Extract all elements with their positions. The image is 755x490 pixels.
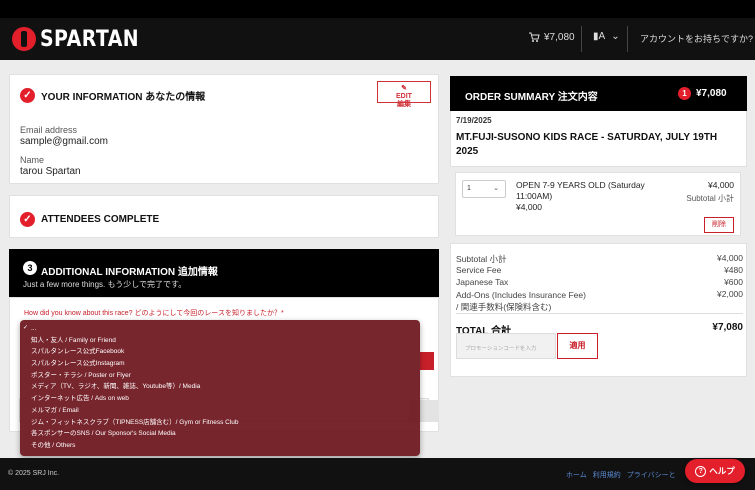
cart-icon xyxy=(529,32,540,42)
attendees-card: ✓ ATTENDEES COMPLETE xyxy=(9,195,439,238)
account-link[interactable]: アカウントをお持ちですか? xyxy=(640,32,753,45)
race-date: 7/19/2025 xyxy=(456,116,492,125)
apply-promo-button[interactable]: 適用 xyxy=(557,333,598,359)
race-name: MT.FUJI-SUSONO KIDS RACE - SATURDAY, JUL… xyxy=(456,132,718,157)
subtotal-amount: ¥4,000 xyxy=(717,253,743,263)
dropdown-option[interactable]: ... xyxy=(20,323,420,335)
item-unit-price: ¥4,000 xyxy=(516,202,542,212)
footer-link-home[interactable]: ホーム xyxy=(566,470,587,480)
edit-label: EDIT xyxy=(396,93,412,100)
dropdown-option[interactable]: スパルタンレース公式Facebook xyxy=(20,346,420,358)
edit-button[interactable]: ✎ EDIT 編集 xyxy=(377,81,431,108)
check-icon: ✓ xyxy=(20,88,35,103)
delete-button[interactable]: 削除 xyxy=(704,217,734,233)
top-strip xyxy=(0,0,755,18)
race-source-dropdown[interactable]: ...知人・友人 / Family or Friendスパルタンレース公式Fac… xyxy=(20,320,420,456)
your-information-heading: ✓ YOUR INFORMATION あなたの情報 xyxy=(20,88,205,103)
name-value: tarou Spartan xyxy=(20,166,81,177)
attendees-heading: ✓ ATTENDEES COMPLETE xyxy=(20,212,159,227)
question-icon: ? xyxy=(695,465,707,477)
cart-count-badge: 1 xyxy=(678,87,691,100)
order-summary-title: ORDER SUMMARY 注文内容 xyxy=(465,92,598,103)
dropdown-option[interactable]: ジム・フィットネスクラブ（TIPNESS店舗含む）/ Gym or Fitnes… xyxy=(20,417,420,429)
tax-label: Japanese Tax xyxy=(456,277,509,287)
tax-row: Japanese Tax ¥600 xyxy=(456,277,743,287)
site-header: SPARTAN ¥7,080 ▮A ⌄ アカウントをお持ちですか? xyxy=(0,18,755,60)
race-info: 7/19/2025 MT.FUJI-SUSONO KIDS RACE - SAT… xyxy=(450,111,747,167)
total-amount: ¥7,080 xyxy=(712,322,743,333)
subtotal-row: Subtotal 小計 ¥4,000 xyxy=(456,253,743,265)
subtotal-label: Subtotal 小計 xyxy=(456,254,507,264)
item-name: OPEN 7-9 YEARS OLD (Saturday 11:00AM) xyxy=(516,180,645,201)
language-selector[interactable]: ▮A ⌄ xyxy=(593,31,620,42)
service-fee-amount: ¥480 xyxy=(724,265,743,275)
addons-amount: ¥2,000 xyxy=(717,289,743,299)
cart-button[interactable]: ¥7,080 xyxy=(528,31,575,43)
footer-links: ホーム 利用規約 プライバシーと xyxy=(566,470,676,480)
email-value: sample@gmail.com xyxy=(20,136,108,147)
dropdown-option[interactable]: インターネット広告 / Ads on web xyxy=(20,393,420,405)
quantity-select[interactable]: 1 ⌄ xyxy=(462,180,506,198)
item-description: OPEN 7-9 YEARS OLD (Saturday 11:00AM) ¥4… xyxy=(516,180,666,213)
edit-label-ja: 編集 xyxy=(397,101,411,108)
item-price: ¥4,000 xyxy=(708,180,734,190)
service-fee-label: Service Fee xyxy=(456,265,502,275)
help-label: ヘルプ xyxy=(709,466,735,476)
header-divider xyxy=(581,26,582,52)
order-item: 1 ⌄ OPEN 7-9 YEARS OLD (Saturday 11:00AM… xyxy=(455,172,741,236)
check-icon: ✓ xyxy=(20,212,35,227)
dropdown-option[interactable]: 各スポンサーのSNS / Our Sponsor's Social Media xyxy=(20,428,420,440)
dropdown-option[interactable]: 知人・友人 / Family or Friend xyxy=(20,335,420,347)
brand-name: SPARTAN xyxy=(40,26,140,52)
cart-total: ¥7,080 xyxy=(544,31,575,43)
order-total-header: ¥7,080 xyxy=(696,88,727,99)
dropdown-option[interactable]: その他 / Others xyxy=(20,440,420,452)
site-footer: © 2025 SRJ Inc. ホーム 利用規約 プライバシーと xyxy=(0,458,755,490)
addons-label: Add-Ons (Includes Insurance Fee) / 関連手数料… xyxy=(456,290,586,312)
spartan-logo[interactable]: SPARTAN xyxy=(12,24,155,54)
email-label: Email address xyxy=(20,125,78,135)
additional-information-subtitle: Just a few more things. もう少しで完了です。 xyxy=(23,280,187,289)
copyright: © 2025 SRJ Inc. xyxy=(8,470,60,477)
your-information-title: YOUR INFORMATION あなたの情報 xyxy=(41,92,206,103)
quantity-value: 1 xyxy=(467,185,471,192)
chevron-down-icon: ⌄ xyxy=(493,185,499,192)
dropdown-option[interactable]: ポスター・チラシ / Poster or Flyer xyxy=(20,370,420,382)
dropdown-option[interactable]: メルマガ / Email xyxy=(20,405,420,417)
item-subtotal-label: Subtotal 小計 xyxy=(686,194,734,203)
addons-row: Add-Ons (Includes Insurance Fee) / 関連手数料… xyxy=(456,289,743,313)
total-divider xyxy=(456,313,743,314)
service-fee-row: Service Fee ¥480 xyxy=(456,265,743,275)
language-icon: ▮A xyxy=(593,31,606,42)
tax-amount: ¥600 xyxy=(724,277,743,287)
dropdown-option[interactable]: スパルタンレース公式Instagram xyxy=(20,358,420,370)
header-divider xyxy=(627,26,628,52)
step-number: 3 xyxy=(23,261,37,275)
price-summary: Subtotal 小計 ¥4,000 Service Fee ¥480 Japa… xyxy=(450,243,747,377)
footer-link-terms[interactable]: 利用規約 xyxy=(593,470,621,480)
chevron-down-icon: ⌄ xyxy=(611,31,620,42)
help-button[interactable]: ? ヘルプ xyxy=(685,459,745,483)
your-information-card: ✓ YOUR INFORMATION あなたの情報 ✎ EDIT 編集 Emai… xyxy=(9,74,439,184)
helmet-icon xyxy=(12,27,36,51)
race-source-question: How did you know about this race? どのようにし… xyxy=(24,310,284,317)
select-arrow[interactable] xyxy=(420,352,434,370)
dropdown-option[interactable]: メディア（TV、ラジオ、新聞、雑誌、Youtube等）/ Media xyxy=(20,381,420,393)
order-summary-header: ORDER SUMMARY 注文内容 1 ¥7,080 xyxy=(450,76,747,111)
additional-information-header: 3 ADDITIONAL INFORMATION 追加情報 Just a few… xyxy=(9,249,439,297)
additional-information-title: ADDITIONAL INFORMATION 追加情報 xyxy=(41,267,218,278)
attendees-title: ATTENDEES COMPLETE xyxy=(41,214,160,225)
pencil-icon: ✎ xyxy=(401,85,407,92)
footer-link-privacy[interactable]: プライバシーと xyxy=(627,470,676,480)
name-label: Name xyxy=(20,155,45,165)
promo-code-input[interactable]: プロモーションコードを入力 xyxy=(456,333,556,359)
